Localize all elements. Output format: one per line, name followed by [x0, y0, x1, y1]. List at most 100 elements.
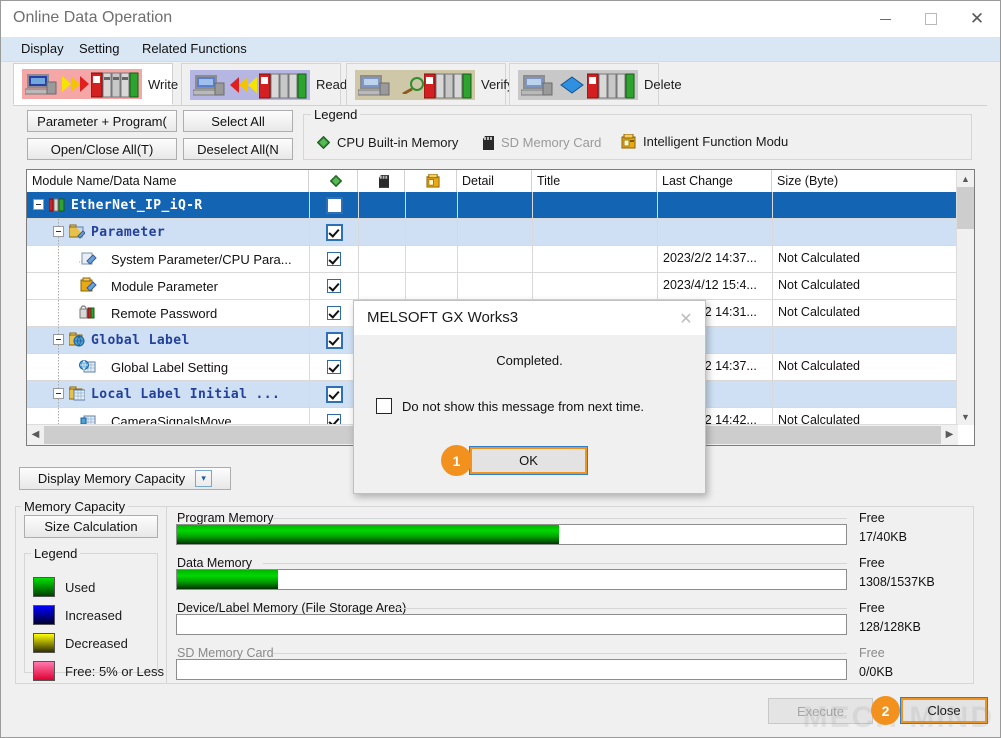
- memory-legend-title: Legend: [31, 546, 80, 561]
- row-checkbox[interactable]: [326, 332, 343, 349]
- dialog-close-button[interactable]: ✕: [667, 301, 705, 335]
- title-bar: Online Data Operation ✕: [1, 1, 1000, 37]
- scroll-down-button[interactable]: ▼: [957, 408, 974, 425]
- intelligent-module-icon: [426, 174, 440, 188]
- legend-item-intelligent-module: Intelligent Function Modu: [621, 134, 788, 149]
- row-size: Not Calculated: [778, 359, 860, 373]
- system-parameter-icon: [79, 250, 97, 268]
- row-expander-icon[interactable]: [53, 334, 64, 345]
- row-checkbox[interactable]: [326, 197, 343, 214]
- pc-plc-delete-icon: [518, 70, 638, 100]
- global-label-icon: [69, 332, 85, 348]
- column-header-sd-card[interactable]: [358, 170, 405, 192]
- program-memory-free-label: Free: [859, 511, 885, 525]
- row-checkbox[interactable]: [327, 306, 341, 320]
- tab-read[interactable]: Read: [181, 63, 341, 105]
- size-calculation-button[interactable]: Size Calculation: [24, 515, 158, 538]
- row-checkbox[interactable]: [326, 224, 343, 241]
- legend-group-title: Legend: [311, 107, 360, 122]
- row-checkbox[interactable]: [326, 386, 343, 403]
- close-button[interactable]: ✕: [954, 1, 1000, 37]
- row-name: Local Label Initial ...: [91, 381, 280, 407]
- vertical-scroll-thumb[interactable]: [957, 187, 974, 229]
- minimize-button[interactable]: [862, 1, 908, 37]
- column-header-detail[interactable]: Detail: [457, 170, 532, 192]
- legend-item-cpu-memory-label: CPU Built-in Memory: [337, 135, 458, 150]
- menu-item-setting[interactable]: Setting: [71, 40, 127, 58]
- program-memory-bar-fill: [177, 525, 559, 544]
- module-icon: [49, 197, 65, 213]
- pc-plc-verify-icon: [355, 70, 475, 100]
- column-header-intelligent-module[interactable]: [405, 170, 457, 192]
- row-checkbox[interactable]: [327, 279, 341, 293]
- deselect-all-button[interactable]: Deselect All(N: [183, 138, 293, 160]
- row-checkbox[interactable]: [327, 360, 341, 374]
- tab-delete[interactable]: Delete: [509, 63, 659, 105]
- scroll-left-button[interactable]: ◀: [27, 425, 44, 444]
- scroll-up-button[interactable]: ▲: [957, 170, 974, 187]
- table-row[interactable]: Module Parameter 2023/4/12 15:4... Not C…: [27, 273, 958, 300]
- open-close-all-button[interactable]: Open/Close All(T): [27, 138, 177, 160]
- scroll-right-button[interactable]: ▶: [941, 425, 958, 444]
- menu-item-related-functions[interactable]: Related Functions: [134, 40, 255, 58]
- memory-capacity-group-title: Memory Capacity: [21, 499, 128, 514]
- tab-verify[interactable]: Verify: [346, 63, 506, 105]
- table-row[interactable]: Parameter: [27, 219, 958, 246]
- column-header-module-name[interactable]: Module Name/Data Name: [27, 170, 309, 192]
- row-expander-icon[interactable]: [53, 388, 64, 399]
- increased-color-swatch: [33, 605, 55, 625]
- dialog-title: MELSOFT GX Works3: [367, 309, 518, 326]
- tab-read-label: Read: [316, 77, 347, 92]
- chevron-double-down-icon: ▾: [195, 470, 212, 487]
- do-not-show-again-checkbox[interactable]: [376, 398, 392, 414]
- dialog-title-bar: MELSOFT GX Works3 ✕: [354, 301, 705, 335]
- row-last-change: 2023/4/12 15:4...: [663, 278, 757, 292]
- maximize-icon: [925, 13, 937, 25]
- display-memory-capacity-button[interactable]: Display Memory Capacity ▾: [19, 467, 231, 490]
- column-header-last-change[interactable]: Last Change: [657, 170, 772, 192]
- row-last-change: 2023/2/2 14:37...: [663, 251, 757, 265]
- parameter-plus-program-button[interactable]: Parameter + Program(: [27, 110, 177, 132]
- column-header-title[interactable]: Title: [532, 170, 657, 192]
- plc-to-pc-read-icon: [190, 70, 310, 100]
- do-not-show-again-row[interactable]: Do not show this message from next time.: [376, 398, 644, 414]
- data-memory-label: Data Memory: [177, 556, 255, 570]
- close-icon: ✕: [970, 11, 984, 28]
- maximize-button[interactable]: [908, 1, 954, 37]
- row-name: Parameter: [91, 219, 165, 245]
- column-header-size[interactable]: Size (Byte): [772, 170, 958, 192]
- memory-panel-divider: [166, 507, 167, 683]
- decreased-color-swatch: [33, 633, 55, 653]
- minimize-icon: [880, 19, 891, 20]
- memory-legend-free: Free: 5% or Less: [33, 661, 164, 681]
- tab-write[interactable]: Write: [13, 63, 173, 105]
- sd-memory-card-label: SD Memory Card: [177, 646, 277, 660]
- row-name: EtherNet_IP_iQ-R: [71, 192, 203, 218]
- sd-memory-card-bar: [176, 659, 847, 680]
- module-parameter-icon: [79, 277, 97, 295]
- legend-item-intelligent-module-label: Intelligent Function Modu: [643, 134, 788, 149]
- table-row[interactable]: EtherNet_IP_iQ-R: [27, 192, 958, 219]
- row-checkbox[interactable]: [327, 252, 341, 266]
- column-header-cpu-memory[interactable]: [309, 170, 358, 192]
- close-dialog-button[interactable]: Close: [900, 697, 988, 724]
- memory-legend-used-label: Used: [65, 580, 95, 595]
- program-memory-label: Program Memory: [177, 511, 277, 525]
- menu-item-display[interactable]: Display: [13, 40, 72, 58]
- global-label-setting-icon: [79, 358, 97, 376]
- execute-button: Execute: [768, 698, 873, 724]
- row-name: Global Label: [91, 327, 190, 353]
- data-memory-free-label: Free: [859, 556, 885, 570]
- close-icon: ✕: [679, 309, 692, 328]
- table-vertical-scrollbar[interactable]: ▲ ▼: [956, 170, 974, 425]
- row-expander-icon[interactable]: [53, 226, 64, 237]
- device-label-memory-free-value: 128/128KB: [859, 620, 921, 634]
- row-size: Not Calculated: [778, 251, 860, 265]
- dialog-ok-button[interactable]: OK: [469, 446, 588, 475]
- table-row[interactable]: System Parameter/CPU Para... 2023/2/2 14…: [27, 246, 958, 273]
- display-memory-capacity-label: Display Memory Capacity: [38, 471, 185, 486]
- memory-legend-increased: Increased: [33, 605, 122, 625]
- row-expander-icon[interactable]: [33, 199, 44, 210]
- select-all-button[interactable]: Select All: [183, 110, 293, 132]
- table-header-row: Module Name/Data Name Detail Title Last …: [27, 170, 974, 193]
